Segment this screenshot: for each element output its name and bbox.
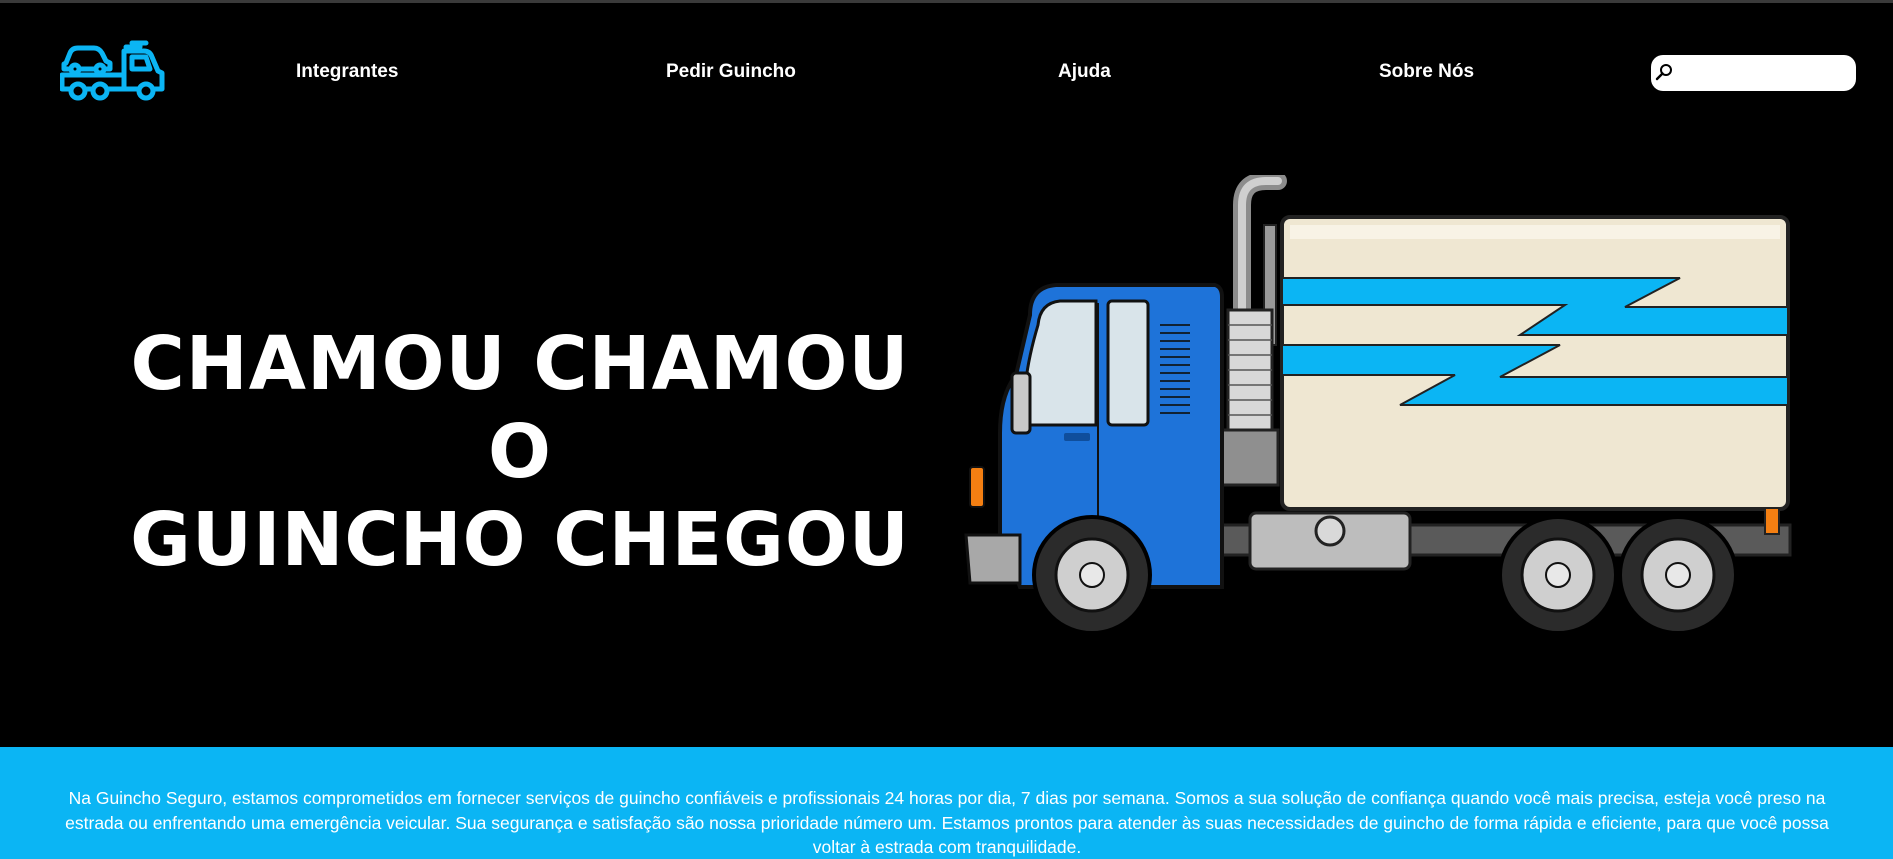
nav-pedir-guincho[interactable]: Pedir Guincho: [666, 61, 796, 83]
rear-wheel-1: [1498, 515, 1618, 635]
hero-title: CHAMOU CHAMOU O GUINCHO CHEGOU: [100, 320, 940, 584]
search-box[interactable]: [1651, 55, 1856, 91]
hero-title-line-2: GUINCHO CHEGOU: [130, 497, 910, 583]
nav-integrantes[interactable]: Integrantes: [296, 61, 398, 83]
rear-wheel-2: [1618, 515, 1738, 635]
search-input[interactable]: [1675, 59, 1851, 89]
search-icon: [1655, 64, 1672, 81]
tow-truck-icon[interactable]: [60, 37, 166, 101]
nav-ajuda[interactable]: Ajuda: [1058, 61, 1111, 83]
header: Integrantes Pedir Guincho Ajuda Sobre Nó…: [0, 3, 1893, 133]
truck-illustration: [964, 175, 1792, 635]
nav-sobre-nos[interactable]: Sobre Nós: [1379, 61, 1474, 83]
hero-title-line-1: CHAMOU CHAMOU O: [130, 321, 910, 495]
front-wheel: [1032, 515, 1152, 635]
page: Integrantes Pedir Guincho Ajuda Sobre Nó…: [0, 0, 1893, 859]
about-text: Na Guincho Seguro, estamos comprometidos…: [65, 788, 1829, 857]
